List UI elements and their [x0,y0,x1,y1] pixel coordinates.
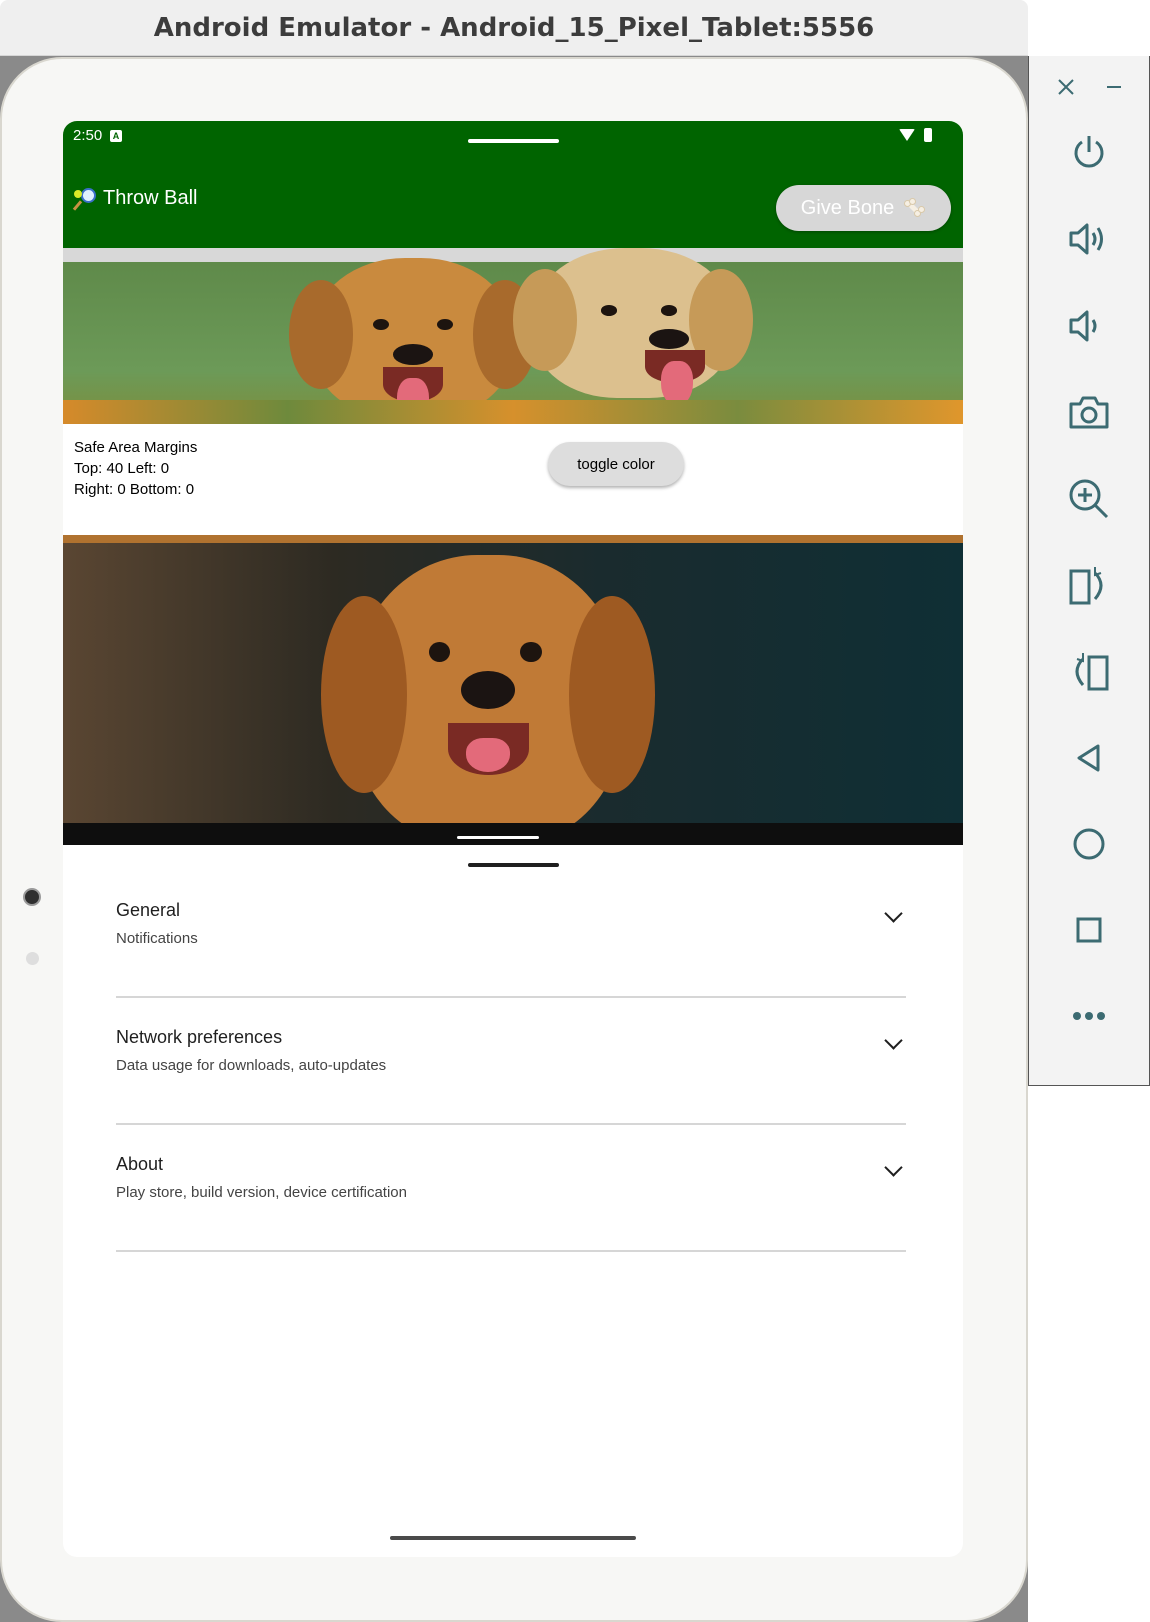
give-bone-label: Give Bone [800,196,895,219]
status-bar: 2:50 A [63,121,963,151]
zoom-in-icon[interactable] [1061,471,1117,527]
give-bone-button[interactable]: Give Bone [776,185,951,231]
emulator-side-panel [1028,56,1150,1086]
rotate-right-icon[interactable] [1061,643,1117,699]
window-title: Android Emulator - Android_15_Pixel_Tabl… [153,12,875,43]
safe-area-panel: Safe Area Margins Top: 40 Left: 0 Right:… [63,424,963,535]
more-icon[interactable] [1061,988,1117,1044]
device-screen: 2:50 A Throw Ball Give Bone Safe Area Ma… [63,121,963,1557]
close-icon[interactable] [1051,72,1081,102]
window-titlebar: Android Emulator - Android_15_Pixel_Tabl… [0,0,1028,56]
chevron-down-icon[interactable] [884,1031,903,1050]
bottom-sheet-drag-handle[interactable] [468,863,559,867]
chevron-down-icon[interactable] [884,904,903,923]
battery-icon [924,128,932,142]
app-bar: Throw Ball Give Bone [63,151,963,248]
settings-item-title: Network preferences [116,1027,283,1047]
rotate-left-icon[interactable] [1061,557,1117,613]
toggle-color-button[interactable]: toggle color [548,442,684,486]
camera-icon[interactable] [1061,384,1117,440]
wifi-icon [899,129,915,141]
front-camera [23,888,41,906]
tennis-racket-ball-icon [72,187,96,211]
golden-retriever-image [63,535,963,845]
throw-ball-title[interactable]: Throw Ball [72,187,198,211]
chevron-down-icon[interactable] [884,1158,903,1177]
image-pill [457,836,539,839]
settings-item-subtitle: Data usage for downloads, auto-updates [116,1057,387,1074]
minimize-icon[interactable] [1099,72,1129,102]
notification-icon: A [110,130,122,142]
settings-item-title: About [116,1154,164,1174]
home-indicator[interactable] [390,1536,636,1540]
settings-item-subtitle: Play store, build version, device certif… [116,1184,407,1201]
safe-area-line2: Right: 0 Bottom: 0 [74,481,195,498]
app-title-label: Throw Ball [103,187,198,209]
volume-up-icon[interactable] [1061,211,1117,267]
volume-down-icon[interactable] [1061,298,1117,354]
safe-area-line1: Top: 40 Left: 0 [74,460,170,477]
puppy-left [289,258,537,424]
safe-area-text: Safe Area Margins Top: 40 Left: 0 Right:… [74,437,197,500]
light-sensor [26,952,39,965]
home-icon[interactable] [1061,816,1117,872]
overview-icon[interactable] [1061,902,1117,958]
flowers [63,400,963,424]
bone-icon [902,198,926,218]
settings-item-network[interactable]: Network preferences Data usage for downl… [116,998,906,1125]
settings-item-general[interactable]: General Notifications [116,871,906,998]
puppies-image [63,248,963,424]
status-pill [468,139,559,143]
settings-item-title: General [116,900,181,920]
golden-retriever [320,555,656,845]
power-icon[interactable] [1061,124,1117,180]
puppy-right [513,248,753,406]
safe-area-heading: Safe Area Margins [74,439,198,456]
back-icon[interactable] [1061,730,1117,786]
settings-item-about[interactable]: About Play store, build version, device … [116,1125,906,1252]
settings-item-subtitle: Notifications [116,930,198,947]
status-time: 2:50 [73,127,103,144]
